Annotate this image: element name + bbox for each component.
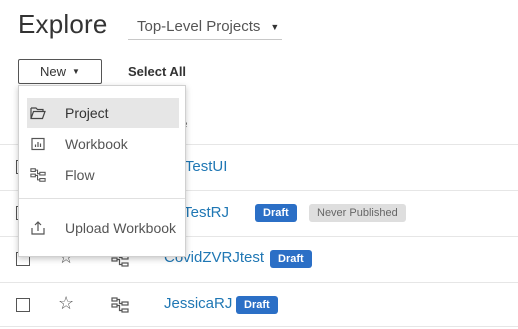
upload-icon: [29, 219, 47, 237]
star-icon[interactable]: ☆: [58, 294, 74, 312]
folder-open-icon: [29, 104, 47, 122]
flow-icon: [29, 166, 47, 184]
draft-badge: Draft: [270, 250, 312, 268]
page-title: Explore: [18, 9, 108, 39]
flow-icon: [111, 297, 129, 313]
row-name-link[interactable]: JessicaRJ: [164, 295, 232, 312]
new-button-label: New: [40, 64, 67, 79]
chevron-down-icon: ▼: [270, 21, 280, 32]
table-row[interactable]: ☆ JessicaRJ Draft: [0, 284, 518, 324]
workbook-icon: [29, 135, 47, 153]
chevron-down-icon: ▼: [72, 67, 80, 76]
menu-divider: [19, 198, 185, 199]
never-published-badge: Never Published: [309, 204, 406, 222]
menu-item-upload-workbook[interactable]: Upload Workbook: [27, 213, 179, 243]
menu-item-label: Flow: [65, 167, 95, 183]
select-all-button[interactable]: Select All: [128, 64, 186, 79]
draft-badge: Draft: [255, 204, 297, 222]
menu-item-flow[interactable]: Flow: [27, 160, 179, 190]
menu-item-workbook[interactable]: Workbook: [27, 129, 179, 159]
row-checkbox[interactable]: [16, 298, 30, 312]
menu-item-label: Upload Workbook: [65, 220, 177, 236]
menu-item-label: Workbook: [65, 136, 128, 152]
draft-badge: Draft: [236, 296, 278, 314]
new-button[interactable]: New ▼: [18, 59, 102, 84]
scope-select-label: Top-Level Projects: [137, 18, 261, 35]
menu-item-project[interactable]: Project: [27, 98, 179, 128]
divider: [0, 326, 518, 327]
divider: [0, 282, 518, 283]
menu-item-label: Project: [65, 105, 109, 121]
scope-select[interactable]: Top-Level Projects ▼: [128, 14, 282, 40]
new-menu: Project Workbook Flow Upload Workbook: [18, 85, 186, 257]
